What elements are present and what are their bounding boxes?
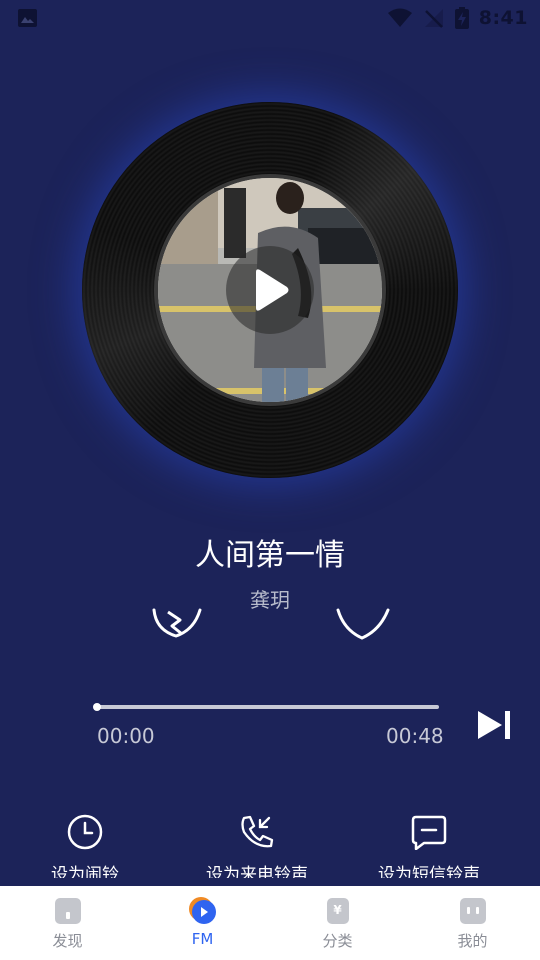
set-ringtone-button[interactable]: 设为来电铃声 — [172, 814, 342, 878]
like-icon[interactable] — [336, 606, 390, 640]
category-yen-icon: ¥ — [326, 898, 349, 924]
artist-name: 龚玥 — [250, 588, 290, 612]
set-alarm-button[interactable]: 设为闹铃 — [0, 814, 170, 878]
tab-category[interactable]: ¥ 分类 — [270, 886, 405, 960]
battery-charging-icon — [454, 7, 469, 29]
message-icon — [411, 815, 447, 850]
current-time: 00:00 — [97, 724, 155, 748]
progress-bar[interactable] — [97, 705, 439, 709]
fm-play-icon — [188, 897, 216, 924]
status-time: 8:41 — [478, 7, 528, 29]
vinyl-record — [82, 102, 458, 478]
play-button[interactable] — [226, 246, 314, 334]
tab-label: 发现 — [52, 932, 83, 950]
wifi-icon — [387, 8, 412, 27]
no-signal-icon — [424, 9, 443, 28]
action-label: 设为闹铃 — [51, 865, 119, 878]
status-icons: 8:41 — [387, 6, 528, 30]
alarm-clock-icon — [67, 814, 103, 850]
tab-profile[interactable]: 我的 — [405, 886, 540, 960]
tab-discover[interactable]: 发现 — [0, 886, 135, 960]
phone-callback-icon — [241, 815, 274, 848]
tab-label: FM — [191, 930, 214, 948]
tab-label: 分类 — [322, 932, 353, 950]
bottom-tab-bar: 发现 FM ¥ 分类 我的 — [0, 886, 540, 960]
gallery-notification-icon — [18, 9, 37, 27]
set-sms-tone-button[interactable]: 设为短信铃声 — [344, 814, 514, 878]
action-label: 设为来电铃声 — [206, 865, 308, 878]
status-bar: 8:41 — [0, 0, 540, 36]
discover-icon — [54, 898, 81, 924]
song-title: 人间第一情 — [195, 538, 345, 573]
next-track-icon[interactable] — [476, 709, 512, 741]
dislike-icon[interactable] — [150, 606, 204, 640]
profile-icon — [459, 898, 486, 924]
tab-fm[interactable]: FM — [135, 886, 270, 960]
total-time: 00:48 — [386, 724, 444, 748]
action-label: 设为短信铃声 — [378, 865, 480, 878]
tab-label: 我的 — [457, 932, 488, 950]
progress-thumb[interactable] — [93, 703, 101, 711]
play-icon — [256, 269, 289, 311]
